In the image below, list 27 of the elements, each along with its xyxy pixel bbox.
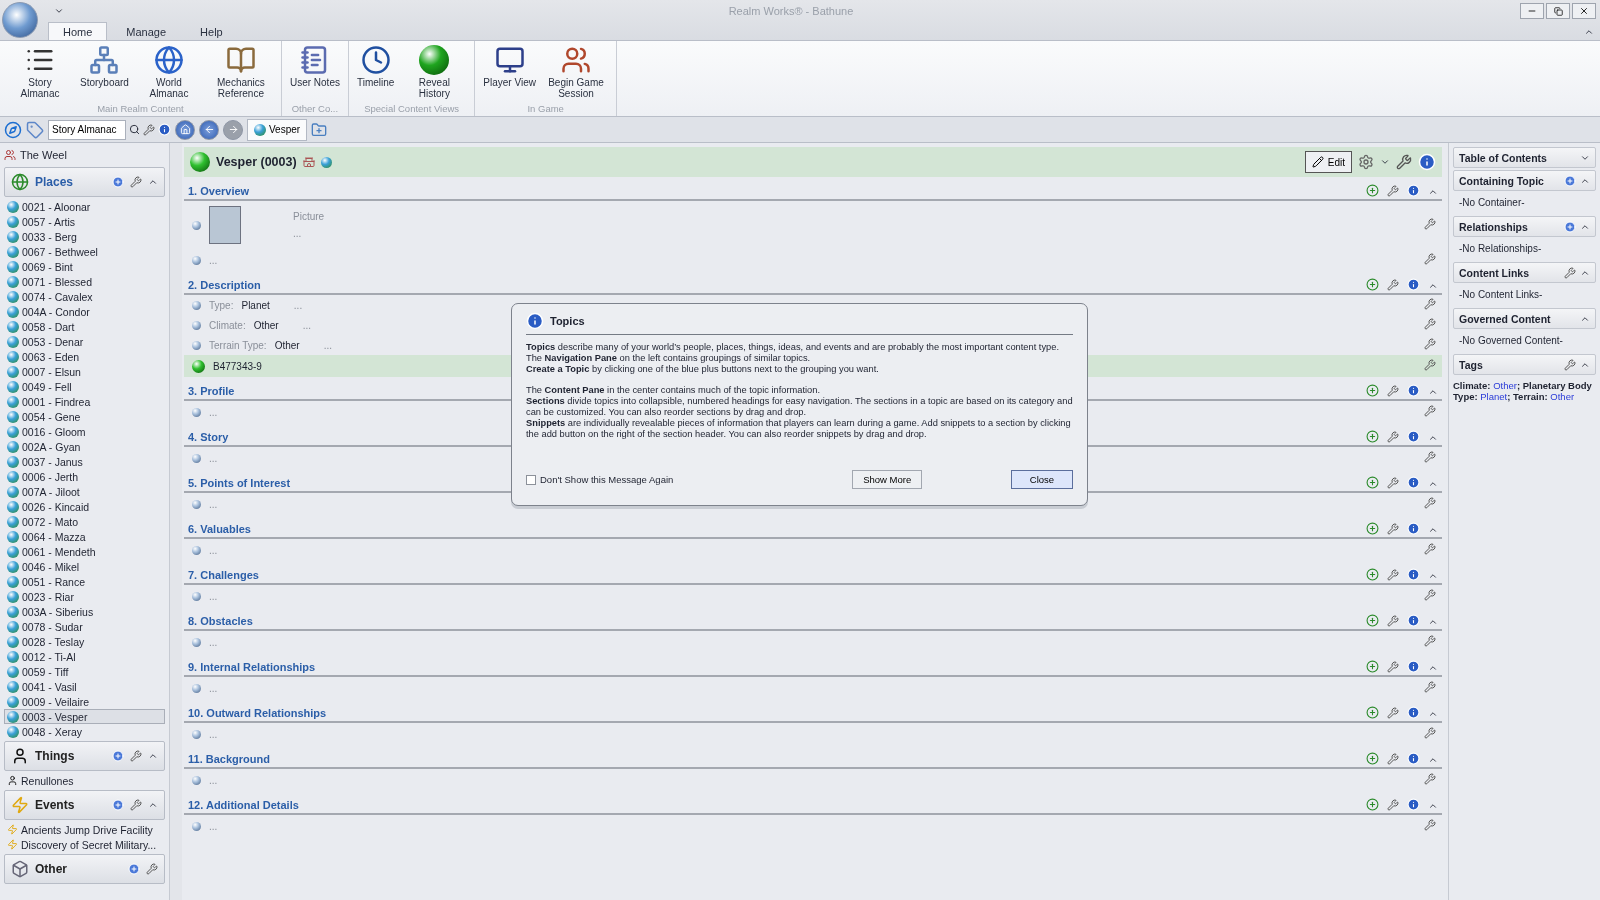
panel-text: -No Container- [1458,196,1526,210]
ribbon-group-label: Other Co... [290,103,340,116]
picture-label: Picture [293,211,325,222]
panel-text: -No Content Links- [1458,288,1544,302]
panel-text: -No Governed Content- [1458,334,1564,348]
dialog-text: The Content Pane in the center contains much of the topic information. [526,385,822,396]
field-value: Other [274,339,300,351]
field-label: Terrain Type: [209,339,267,351]
dialog-text: Create a Topic by clicking one of the blue plus buttons next to the grouping you want. [526,364,880,375]
dialog-text: Snippets are individually revealable pieces of information that players can learn during a game. Add snippets to a section by clicking the add button on the right of the section header. You can also reorder snippets by drag and drop. [526,418,1072,440]
ribbon-group-label: Special Content Views [363,103,461,116]
snippet-text: B477343-9 [213,360,262,372]
ribbon-group-label: In Game [526,103,565,116]
topic-title: Vesper (0003) [216,155,297,169]
panel-text: -No Relationships- [1458,242,1543,256]
dialog-text: The Navigation Pane on the left contains groupings of similar topics. [526,353,812,364]
dialog-text: Sections divide topics into collapsible, numbered headings for easy navigation. The sections in a topic are based on its category and can be customized. You can also reorder sections by drag and drop. [526,396,1073,418]
field-label: Type: [209,299,234,311]
realm-name: The Weel [20,149,67,161]
field-value: Planet [241,299,270,311]
field-label: Climate: [209,319,246,331]
tags-text: Climate: Other; Planetary Body Type: Planet; Terrain: Other [1453,379,1593,404]
window-title: Realm Works® - Bathune [727,5,855,17]
field-value: Other [253,319,279,331]
dialog-title: Topics [550,315,585,327]
dialog-text: Topics describe many of your world’s people, places, things, ideas, and events and are probably the most important content type. [526,342,1060,353]
ribbon-group-label: Main Realm Content [96,103,185,116]
